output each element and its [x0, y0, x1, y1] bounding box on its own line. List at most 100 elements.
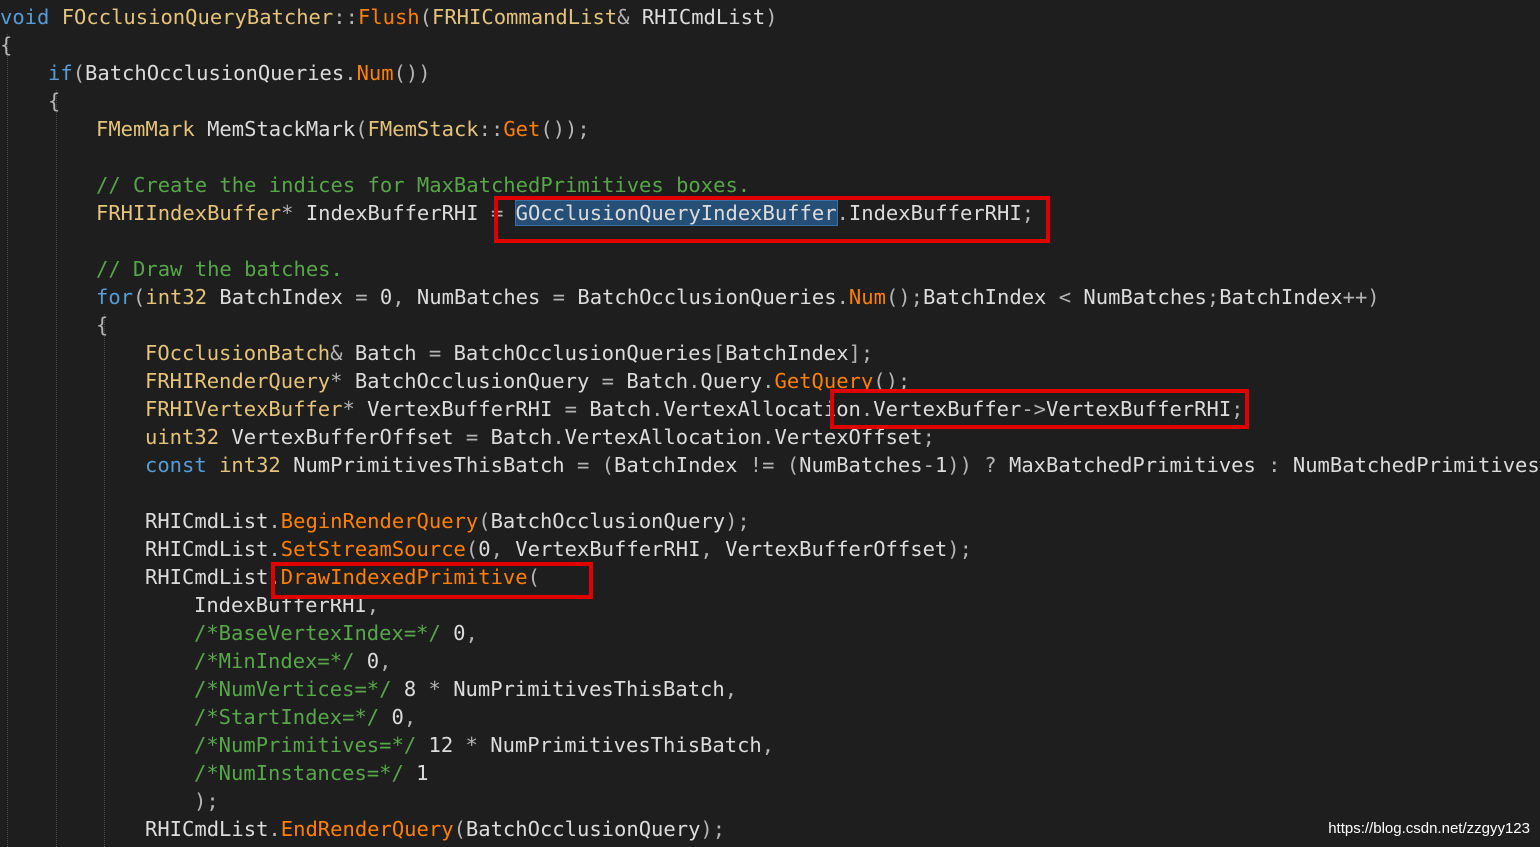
code-token: VertexBufferRHI	[515, 537, 701, 561]
code-token: {	[0, 33, 13, 57]
code-token: DrawIndexedPrimitive	[280, 565, 528, 589]
code-token: (	[355, 117, 368, 141]
code-line[interactable]: /*BaseVertexIndex=*/ 0,	[194, 619, 478, 647]
code-token: ,	[761, 733, 775, 757]
code-token: (	[133, 285, 146, 309]
code-token: *	[453, 733, 491, 757]
code-line[interactable]: FOcclusionBatch& Batch = BatchOcclusionQ…	[145, 339, 873, 367]
code-token: (	[72, 61, 86, 85]
code-token: .	[762, 369, 775, 393]
code-token: ::	[333, 5, 358, 29]
code-token: BatchOcclusionQuery	[354, 369, 590, 393]
code-token: .	[860, 397, 874, 421]
code-token: BatchIndex	[725, 341, 849, 365]
code-token: .	[762, 425, 775, 449]
code-token: BatchIndex	[922, 285, 1047, 309]
code-line[interactable]: for(int32 BatchIndex = 0, NumBatches = B…	[96, 283, 1380, 311]
code-token: 0	[379, 285, 393, 309]
code-token: [	[712, 341, 726, 365]
code-token: // Draw the batches.	[96, 257, 343, 281]
code-token: =	[540, 285, 578, 309]
code-line[interactable]: /*NumPrimitives=*/ 12 * NumPrimitivesThi…	[194, 731, 774, 759]
code-token: ,	[465, 621, 478, 645]
code-token: .	[552, 425, 565, 449]
code-token: ;	[1231, 397, 1244, 421]
code-line[interactable]: // Create the indices for MaxBatchedPrim…	[96, 171, 750, 199]
code-token: /*NumInstances=*/	[194, 761, 404, 785]
code-token: Flush	[357, 5, 420, 29]
code-line[interactable]: {	[48, 87, 60, 115]
code-line[interactable]: FRHIVertexBuffer* VertexBufferRHI = Batc…	[145, 395, 1244, 423]
code-token: *	[330, 369, 355, 393]
code-line[interactable]: );	[194, 787, 219, 815]
code-token: .	[268, 565, 281, 589]
code-token: );	[947, 537, 972, 561]
code-line[interactable]: {	[96, 311, 108, 339]
code-token: VertexAllocation	[564, 425, 763, 449]
code-token: ());	[540, 117, 590, 141]
code-line[interactable]: RHICmdList.DrawIndexedPrimitive(	[145, 563, 540, 591]
code-token: Num	[356, 61, 394, 85]
code-token: -	[922, 453, 935, 477]
watermark-url: https://blog.csdn.net/zzgyy123	[1328, 820, 1530, 837]
code-line[interactable]: FRHIRenderQuery* BatchOcclusionQuery = B…	[145, 367, 910, 395]
code-token: RHICmdList	[145, 817, 269, 841]
code-line[interactable]: RHICmdList.EndRenderQuery(BatchOcclusion…	[145, 815, 725, 843]
code-line[interactable]: void FOcclusionQueryBatcher::Flush(FRHIC…	[0, 3, 778, 31]
code-line[interactable]: {	[0, 31, 12, 59]
code-token: VertexBuffer	[873, 397, 1022, 421]
code-token: )	[765, 5, 778, 29]
code-line[interactable]: uint32 VertexBufferOffset = Batch.Vertex…	[145, 423, 935, 451]
code-line[interactable]: RHICmdList.BeginRenderQuery(BatchOcclusi…	[145, 507, 750, 535]
code-line[interactable]: /*StartIndex=*/ 0,	[194, 703, 416, 731]
code-token: );	[700, 817, 726, 841]
code-token: MaxBatchedPrimitives	[1009, 453, 1256, 477]
code-token: *	[342, 397, 368, 421]
code-token: ())	[393, 61, 431, 85]
code-token: VertexBufferRHI	[1046, 397, 1232, 421]
code-line[interactable]: FMemMark MemStackMark(FMemStack::Get());	[96, 115, 590, 143]
code-token: NumBatches	[1083, 285, 1207, 309]
code-token: =	[478, 201, 516, 225]
code-line[interactable]: RHICmdList.SetStreamSource(0, VertexBuff…	[145, 535, 972, 563]
code-editor[interactable]: void FOcclusionQueryBatcher::Flush(FRHIC…	[0, 0, 1540, 847]
code-token: IndexBufferRHI	[848, 201, 1022, 225]
code-token: /*StartIndex=*/	[194, 705, 380, 729]
code-token: RHICmdList	[145, 537, 269, 561]
code-line[interactable]: if(BatchOcclusionQueries.Num())	[48, 59, 431, 87]
code-token: 0	[354, 649, 380, 673]
code-token: (	[478, 509, 491, 533]
code-token: {	[48, 89, 61, 113]
code-token: ();	[873, 369, 911, 393]
code-token: Batch	[626, 369, 689, 393]
code-token: FMemStack	[367, 117, 479, 141]
code-line[interactable]: /*NumVertices=*/ 8 * NumPrimitivesThisBa…	[194, 675, 737, 703]
code-token: != (	[737, 453, 800, 477]
code-token: NumPrimitivesThisBatch	[490, 733, 762, 757]
indent-guide-line	[104, 314, 105, 847]
code-line[interactable]: const int32 NumPrimitivesThisBatch = (Ba…	[145, 451, 1540, 479]
code-token: .	[268, 537, 281, 561]
code-token: );	[194, 789, 219, 813]
code-token: Query	[700, 369, 763, 393]
code-token: NumBatchedPrimitives	[1292, 453, 1540, 477]
code-line[interactable]: IndexBufferRHI,	[194, 591, 379, 619]
code-token: /*MinIndex=*/	[194, 649, 355, 673]
code-line[interactable]: FRHIIndexBuffer* IndexBufferRHI = GOcclu…	[96, 199, 1034, 227]
code-token: if	[48, 61, 73, 85]
indent-guide-line	[56, 90, 57, 847]
code-line[interactable]: /*NumInstances=*/ 1	[194, 759, 429, 787]
code-token: *	[281, 201, 306, 225]
code-token: VertexAllocation	[663, 397, 861, 421]
code-token: NumBatches	[416, 285, 541, 309]
code-token: EndRenderQuery	[280, 817, 454, 841]
code-token: (	[419, 5, 432, 29]
code-token: FOcclusionQueryBatcher	[61, 5, 334, 29]
code-line[interactable]: // Draw the batches.	[96, 255, 343, 283]
code-line[interactable]: /*MinIndex=*/ 0,	[194, 647, 391, 675]
code-token: ->	[1021, 397, 1047, 421]
indent-guide-line	[7, 34, 8, 847]
code-token: ];	[848, 341, 874, 365]
